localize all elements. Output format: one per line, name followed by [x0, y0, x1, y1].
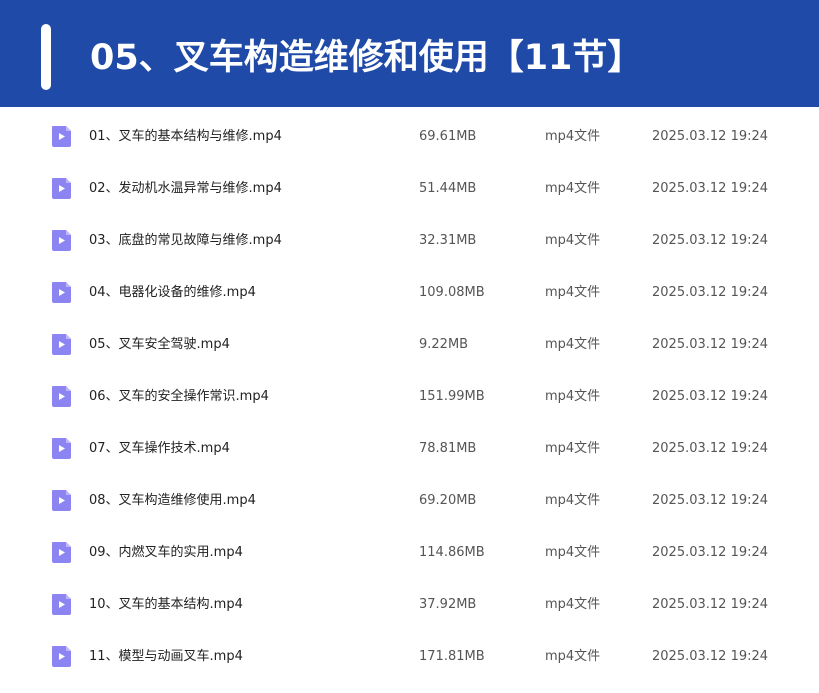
file-row[interactable]: 04、电器化设备的维修.mp4 109.08MB mp4文件 2025.03.1…: [0, 267, 819, 319]
page-title: 05、叉车构造维修和使用【11节】: [90, 38, 643, 78]
file-type: mp4文件: [545, 493, 601, 508]
video-file-icon: [52, 542, 71, 563]
file-type: mp4文件: [545, 181, 601, 196]
video-file-icon: [52, 438, 71, 459]
video-file-icon: [52, 178, 71, 199]
file-size: 109.08MB: [419, 285, 485, 300]
file-type: mp4文件: [545, 389, 601, 404]
file-name[interactable]: 01、叉车的基本结构与维修.mp4: [89, 111, 282, 163]
file-row[interactable]: 01、叉车的基本结构与维修.mp4 69.61MB mp4文件 2025.03.…: [0, 111, 819, 163]
file-type: mp4文件: [545, 441, 601, 456]
file-date: 2025.03.12 19:24: [652, 285, 769, 300]
header-accent-bar: [41, 24, 51, 90]
file-date: 2025.03.12 19:24: [652, 389, 769, 404]
file-list: 01、叉车的基本结构与维修.mp4 69.61MB mp4文件 2025.03.…: [0, 111, 819, 683]
video-file-icon: [52, 282, 71, 303]
file-name[interactable]: 03、底盘的常见故障与维修.mp4: [89, 215, 282, 267]
file-name[interactable]: 06、叉车的安全操作常识.mp4: [89, 371, 269, 423]
file-row[interactable]: 08、叉车构造维修使用.mp4 69.20MB mp4文件 2025.03.12…: [0, 475, 819, 527]
file-row[interactable]: 03、底盘的常见故障与维修.mp4 32.31MB mp4文件 2025.03.…: [0, 215, 819, 267]
file-name[interactable]: 08、叉车构造维修使用.mp4: [89, 475, 256, 527]
file-size: 37.92MB: [419, 597, 477, 612]
file-type: mp4文件: [545, 545, 601, 560]
file-size: 151.99MB: [419, 389, 485, 404]
file-row[interactable]: 10、叉车的基本结构.mp4 37.92MB mp4文件 2025.03.12 …: [0, 579, 819, 631]
file-date: 2025.03.12 19:24: [652, 597, 769, 612]
file-date: 2025.03.12 19:24: [652, 545, 769, 560]
file-row[interactable]: 09、内燃叉车的实用.mp4 114.86MB mp4文件 2025.03.12…: [0, 527, 819, 579]
video-file-icon: [52, 126, 71, 147]
file-size: 69.20MB: [419, 493, 477, 508]
file-name[interactable]: 02、发动机水温异常与维修.mp4: [89, 163, 282, 215]
video-file-icon: [52, 490, 71, 511]
video-file-icon: [52, 230, 71, 251]
file-date: 2025.03.12 19:24: [652, 649, 769, 664]
file-name[interactable]: 10、叉车的基本结构.mp4: [89, 579, 243, 631]
file-size: 32.31MB: [419, 233, 477, 248]
file-size: 9.22MB: [419, 337, 469, 352]
file-row[interactable]: 11、模型与动画叉车.mp4 171.81MB mp4文件 2025.03.12…: [0, 631, 819, 683]
video-file-icon: [52, 646, 71, 667]
file-date: 2025.03.12 19:24: [652, 337, 769, 352]
file-name[interactable]: 04、电器化设备的维修.mp4: [89, 267, 256, 319]
file-date: 2025.03.12 19:24: [652, 493, 769, 508]
video-file-icon: [52, 334, 71, 355]
file-date: 2025.03.12 19:24: [652, 181, 769, 196]
file-type: mp4文件: [545, 649, 601, 664]
file-row[interactable]: 05、叉车安全驾驶.mp4 9.22MB mp4文件 2025.03.12 19…: [0, 319, 819, 371]
file-date: 2025.03.12 19:24: [652, 233, 769, 248]
header-banner: 05、叉车构造维修和使用【11节】: [0, 0, 819, 107]
file-name[interactable]: 09、内燃叉车的实用.mp4: [89, 527, 243, 579]
video-file-icon: [52, 386, 71, 407]
file-row[interactable]: 02、发动机水温异常与维修.mp4 51.44MB mp4文件 2025.03.…: [0, 163, 819, 215]
file-date: 2025.03.12 19:24: [652, 441, 769, 456]
file-size: 69.61MB: [419, 129, 477, 144]
file-type: mp4文件: [545, 285, 601, 300]
file-size: 51.44MB: [419, 181, 477, 196]
file-name[interactable]: 07、叉车操作技术.mp4: [89, 423, 230, 475]
file-name[interactable]: 05、叉车安全驾驶.mp4: [89, 319, 230, 371]
video-file-icon: [52, 594, 71, 615]
file-type: mp4文件: [545, 597, 601, 612]
file-row[interactable]: 06、叉车的安全操作常识.mp4 151.99MB mp4文件 2025.03.…: [0, 371, 819, 423]
file-row[interactable]: 07、叉车操作技术.mp4 78.81MB mp4文件 2025.03.12 1…: [0, 423, 819, 475]
file-size: 171.81MB: [419, 649, 485, 664]
file-size: 114.86MB: [419, 545, 485, 560]
file-name[interactable]: 11、模型与动画叉车.mp4: [89, 631, 243, 683]
file-type: mp4文件: [545, 129, 601, 144]
file-date: 2025.03.12 19:24: [652, 129, 769, 144]
file-size: 78.81MB: [419, 441, 477, 456]
file-type: mp4文件: [545, 337, 601, 352]
file-type: mp4文件: [545, 233, 601, 248]
